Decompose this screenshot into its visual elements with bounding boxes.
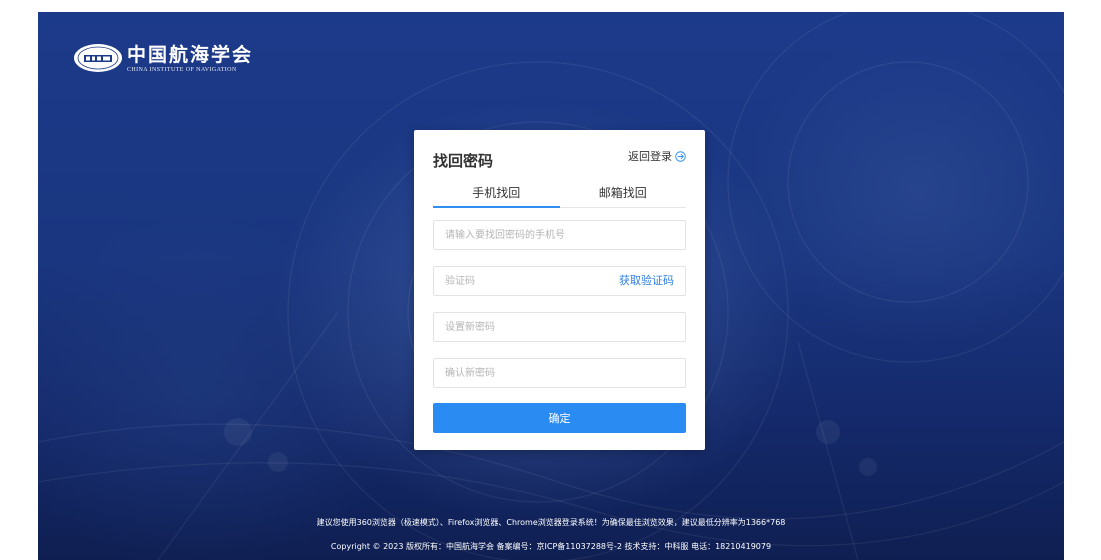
new-password-input[interactable] <box>434 313 685 341</box>
get-code-button[interactable]: 获取验证码 <box>619 267 674 295</box>
confirm-password-field-wrapper <box>433 358 686 388</box>
phone-field-wrapper <box>433 220 686 250</box>
logo-text: 中国航海学会 CHINA INSTITUTE OF NAVIGATION <box>127 44 253 73</box>
cin-emblem-icon <box>74 44 122 72</box>
back-to-login-link[interactable]: 返回登录 <box>628 148 686 164</box>
back-to-login-label: 返回登录 <box>628 150 672 163</box>
logo-name-cn: 中国航海学会 <box>127 43 254 66</box>
browser-notice: 建议您使用360浏览器（极速模式）、Firefox浏览器、Chrome浏览器登录… <box>316 518 786 527</box>
copyright-text: Copyright © 2023 版权所有：中国航海学会 备案编号：京ICP备1… <box>330 542 772 551</box>
new-password-field-wrapper <box>433 312 686 342</box>
reset-password-card: 找回密码 返回登录 手机找回 邮箱找回 获取验证码 确定 <box>414 130 705 450</box>
card-title: 找回密码 <box>433 152 494 170</box>
tab-phone-recovery[interactable]: 手机找回 <box>433 182 560 208</box>
logo-name-en: CHINA INSTITUTE OF NAVIGATION <box>127 66 237 73</box>
recovery-tabs: 手机找回 邮箱找回 <box>433 182 686 208</box>
confirm-password-input[interactable] <box>434 359 685 387</box>
back-arrow-icon <box>675 150 686 162</box>
tab-email-recovery[interactable]: 邮箱找回 <box>560 182 687 207</box>
submit-button[interactable]: 确定 <box>433 403 686 433</box>
phone-input[interactable] <box>434 221 685 249</box>
code-field-wrapper: 获取验证码 <box>433 266 686 296</box>
site-logo: 中国航海学会 CHINA INSTITUTE OF NAVIGATION <box>73 38 253 78</box>
